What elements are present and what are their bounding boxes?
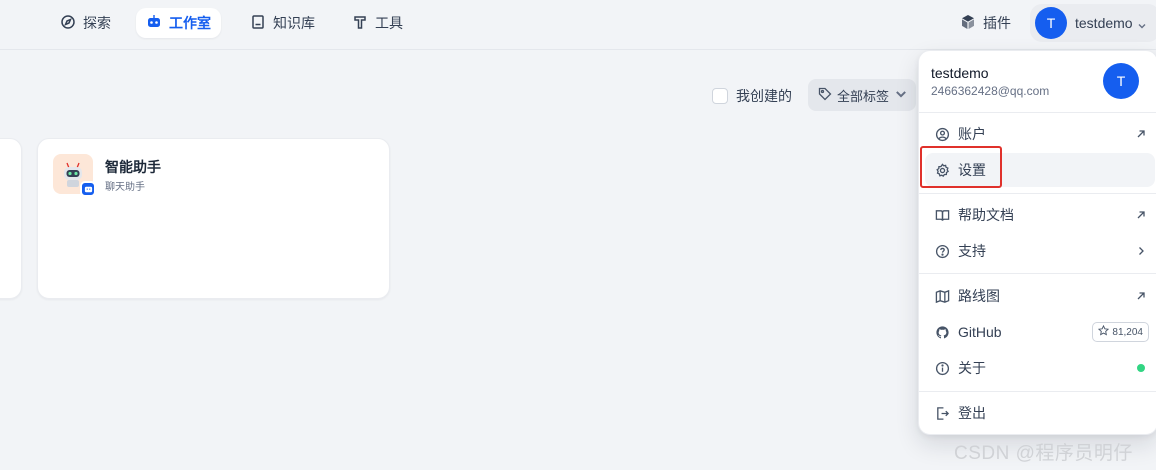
- map-icon: [935, 289, 950, 304]
- star-icon: [1098, 324, 1110, 339]
- menu-item-github[interactable]: GitHub 81,204: [925, 315, 1155, 349]
- avatar: T: [1103, 63, 1139, 99]
- info-icon: [935, 361, 950, 376]
- help-circle-icon: [935, 244, 950, 259]
- menu-item-account[interactable]: 账户: [925, 117, 1155, 151]
- gear-icon: [935, 162, 950, 178]
- created-by-me-filter[interactable]: 我创建的: [712, 86, 792, 106]
- top-nav-bar: 探索 工作室 知识库 工具 插件 T testdemo: [0, 0, 1156, 50]
- menu-item-roadmap[interactable]: 路线图: [925, 279, 1155, 313]
- nav-explore-label: 探索: [83, 15, 111, 31]
- divider: [919, 273, 1156, 274]
- nav-explore[interactable]: 探索: [50, 8, 121, 38]
- menu-user-name: testdemo: [931, 65, 989, 81]
- user-dropdown-menu: testdemo 2466362428@qq.com T 账户 设置 帮助文档 …: [918, 50, 1156, 435]
- tag-filter-dropdown[interactable]: 全部标签: [808, 79, 916, 111]
- github-icon: [935, 325, 950, 340]
- nav-tools[interactable]: 工具: [342, 8, 413, 38]
- external-link-icon: [1135, 289, 1147, 301]
- hammer-icon: [352, 14, 368, 33]
- nav-knowledge-label: 知识库: [273, 15, 315, 31]
- user-circle-icon: [935, 127, 950, 142]
- app-card[interactable]: 智能助手 聊天助手: [37, 138, 390, 299]
- menu-item-account-label: 账户: [958, 126, 986, 142]
- external-link-icon: [1135, 127, 1147, 139]
- cube-icon: [960, 14, 976, 33]
- nav-studio[interactable]: 工作室: [136, 8, 221, 38]
- menu-item-roadmap-label: 路线图: [958, 288, 1000, 304]
- nav-tools-label: 工具: [375, 15, 403, 31]
- menu-item-logout[interactable]: 登出: [925, 396, 1155, 430]
- external-link-icon: [1135, 208, 1147, 220]
- app-card-partial[interactable]: [0, 138, 22, 299]
- chevron-right-icon: [1135, 244, 1147, 256]
- menu-user-email: 2466362428@qq.com: [931, 84, 1050, 98]
- created-by-me-checkbox[interactable]: [712, 88, 728, 104]
- watermark: CSDN @程序员明仔: [954, 443, 1133, 464]
- menu-item-logout-label: 登出: [958, 405, 986, 421]
- menu-item-github-label: GitHub: [958, 324, 1002, 340]
- nav-studio-label: 工作室: [169, 15, 211, 31]
- menu-item-help-docs-label: 帮助文档: [958, 207, 1014, 223]
- chevron-down-icon: [1137, 18, 1147, 29]
- robot-icon: [146, 14, 162, 33]
- chevron-down-icon: [894, 87, 908, 104]
- menu-item-about[interactable]: 关于: [925, 351, 1155, 385]
- menu-item-about-label: 关于: [958, 360, 986, 376]
- menu-item-settings[interactable]: 设置: [925, 153, 1155, 187]
- logout-icon: [935, 406, 950, 421]
- app-title: 智能助手: [105, 159, 161, 175]
- plugins-label: 插件: [983, 15, 1011, 31]
- user-menu-trigger[interactable]: T testdemo: [1030, 4, 1156, 42]
- menu-item-support-label: 支持: [958, 243, 986, 259]
- github-star-badge[interactable]: 81,204: [1092, 322, 1149, 342]
- status-dot: [1137, 364, 1145, 372]
- open-book-icon: [935, 208, 950, 223]
- plugins-button[interactable]: 插件: [950, 8, 1021, 38]
- avatar: T: [1035, 7, 1067, 39]
- divider: [919, 112, 1156, 113]
- menu-item-settings-label: 设置: [958, 162, 986, 178]
- nav-knowledge[interactable]: 知识库: [240, 8, 325, 38]
- github-star-count: 81,204: [1112, 326, 1143, 338]
- divider: [919, 391, 1156, 392]
- app-subtitle: 聊天助手: [105, 182, 145, 193]
- menu-item-support[interactable]: 支持: [925, 234, 1155, 268]
- created-by-me-label: 我创建的: [736, 88, 792, 104]
- compass-icon: [60, 14, 76, 33]
- book-icon: [250, 14, 266, 33]
- tag-icon: [818, 87, 832, 104]
- menu-item-help-docs[interactable]: 帮助文档: [925, 198, 1155, 232]
- divider: [919, 193, 1156, 194]
- user-name: testdemo: [1075, 15, 1133, 31]
- chat-type-badge-icon: [80, 181, 96, 197]
- tag-filter-label: 全部标签: [837, 88, 890, 104]
